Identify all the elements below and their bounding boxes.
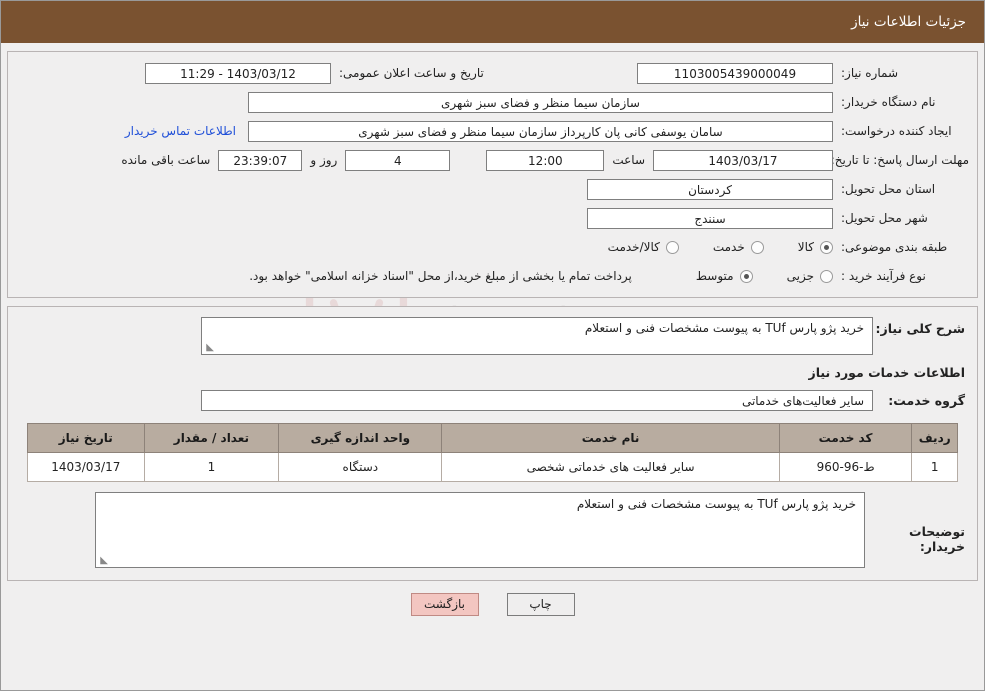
deadline-date-value: 1403/03/17 [653,149,833,171]
category-option-label: خدمت [712,240,745,254]
radio-icon[interactable] [665,240,679,254]
row-city: شهر محل تحویل: سنندج [16,207,969,229]
deadline-time-value: 12:00 [486,149,605,171]
buyer-notes-value: خرید پژو پارس TUf به پیوست مشخصات فنی و … [576,497,856,511]
category-option-khedmat[interactable]: خدمت [713,240,764,254]
process-option-jozei[interactable]: جزیی [787,269,833,283]
cell-index: 1 [911,452,958,482]
summary-textarea[interactable]: خرید پژو پارس TUf به پیوست مشخصات فنی و … [201,317,873,355]
service-group-value: سایر فعالیت‌های خدماتی [201,390,873,411]
need-details-panel: شرح کلی نیاز: خرید پژو پارس TUf به پیوست… [7,306,978,581]
remaining-days-label: روز و [310,153,338,167]
summary-value: خرید پژو پارس TUf به پیوست مشخصات فنی و … [584,321,864,335]
table-header-row: ردیف کد خدمت نام خدمت واحد اندازه گیری ت… [27,423,958,453]
col-index: ردیف [911,423,958,453]
province-label: استان محل تحویل: [841,182,936,196]
col-name: نام خدمت [441,423,780,453]
services-heading: اطلاعات خدمات مورد نیاز [808,365,966,380]
category-option-label: کالا [797,240,814,254]
city-label: شهر محل تحویل: [841,211,928,225]
cell-date: 1403/03/17 [27,452,145,482]
col-code: کد خدمت [778,423,913,453]
requester-label: ایجاد کننده درخواست: [841,124,952,138]
process-radio-group: جزیی متوسط [662,269,833,283]
remaining-clock-value: 23:39:07 [218,149,303,171]
radio-icon[interactable] [739,269,753,283]
category-radio-group: کالا خدمت کالا/خدمت [574,240,833,254]
category-option-label: کالا/خدمت [607,240,660,254]
category-option-kala-khedmat[interactable]: کالا/خدمت [608,240,679,254]
print-button[interactable]: چاپ [506,593,575,616]
col-unit: واحد اندازه گیری [278,423,443,453]
page-header: جزئیات اطلاعات نیاز [1,1,984,43]
requester-value: سامان یوسفی کانی پان کارپرداز سازمان سیم… [248,120,833,142]
row-deadline: مهلت ارسال پاسخ: تا تاریخ: 1403/03/17 سا… [16,149,969,171]
resize-grip-icon[interactable]: ◣ [98,556,108,566]
buyer-org-label: نام دستگاه خریدار: [841,95,936,109]
row-category: طبقه بندی موضوعی: کالا خدمت کالا/خدمت [16,236,969,258]
process-option-motevaset[interactable]: متوسط [696,269,753,283]
need-info-panel: شماره نیاز: 1103005439000049 تاریخ و ساع… [7,51,978,298]
cell-code: ط-96-960 [778,452,913,482]
row-process: نوع فرآیند خرید : جزیی متوسط پرداخت تمام… [16,265,969,287]
buyer-contact-link[interactable]: اطلاعات تماس خریدار [125,124,248,138]
row-buyer-notes: توضیحات خریدار: خرید پژو پارس TUf به پیو… [20,492,965,568]
radio-icon[interactable] [820,240,833,254]
radio-icon[interactable] [820,269,833,283]
col-quantity: تعداد / مقدار [143,423,280,453]
deadline-label: مهلت ارسال پاسخ: تا تاریخ: [830,153,969,167]
cell-unit: دستگاه [278,452,443,482]
buyer-notes-textarea[interactable]: خرید پژو پارس TUf به پیوست مشخصات فنی و … [95,492,865,568]
buyer-org-value: سازمان سیما منظر و فضای سبز شهری [248,91,833,113]
process-note: پرداخت تمام یا بخشی از مبلغ خرید،از محل … [249,269,632,283]
process-option-label: متوسط [695,269,734,283]
remaining-days-value: 4 [345,149,451,171]
announce-datetime-label: تاریخ و ساعت اعلان عمومی: [339,66,484,80]
province-value: کردستان [587,178,833,200]
need-number-value: 1103005439000049 [637,62,833,84]
category-label: طبقه بندی موضوعی: [841,240,948,254]
radio-icon[interactable] [750,240,764,254]
row-service-group: گروه خدمت: سایر فعالیت‌های خدماتی [20,390,965,411]
city-value: سنندج [587,207,833,229]
need-number-label: شماره نیاز: [841,66,898,80]
summary-label: شرح کلی نیاز: [875,321,965,336]
cell-quantity: 1 [143,452,280,482]
resize-grip-icon[interactable]: ◣ [204,343,214,353]
footer-actions: چاپ بازگشت [1,593,984,616]
table-row: 1 ط-96-960 سایر فعالیت های خدماتی شخصی د… [27,452,958,482]
row-requester: ایجاد کننده درخواست: سامان یوسفی کانی پا… [16,120,969,142]
remaining-suffix-label: ساعت باقی مانده [121,153,211,167]
category-option-kala[interactable]: کالا [798,240,833,254]
deadline-time-label: ساعت [612,153,645,167]
row-summary: شرح کلی نیاز: خرید پژو پارس TUf به پیوست… [20,317,965,355]
process-label: نوع فرآیند خرید : [841,269,926,283]
col-date: تاریخ نیاز [27,423,145,453]
service-group-label: گروه خدمت: [888,393,965,408]
row-province: استان محل تحویل: کردستان [16,178,969,200]
row-need-number: شماره نیاز: 1103005439000049 تاریخ و ساع… [16,62,969,84]
announce-datetime-value: 11:29 - 1403/03/12 [145,62,331,84]
buyer-notes-label: توضیحات خریدار: [909,524,965,554]
process-option-label: جزیی [786,269,814,283]
service-items-table: ردیف کد خدمت نام خدمت واحد اندازه گیری ت… [27,423,958,482]
page-title: جزئیات اطلاعات نیاز [851,14,966,30]
row-buyer-org: نام دستگاه خریدار: سازمان سیما منظر و فض… [16,91,969,113]
page-root: جزئیات اطلاعات نیاز AriaTender.net شماره… [0,0,985,691]
cell-name: سایر فعالیت های خدماتی شخصی [441,452,780,482]
back-button[interactable]: بازگشت [410,593,479,616]
